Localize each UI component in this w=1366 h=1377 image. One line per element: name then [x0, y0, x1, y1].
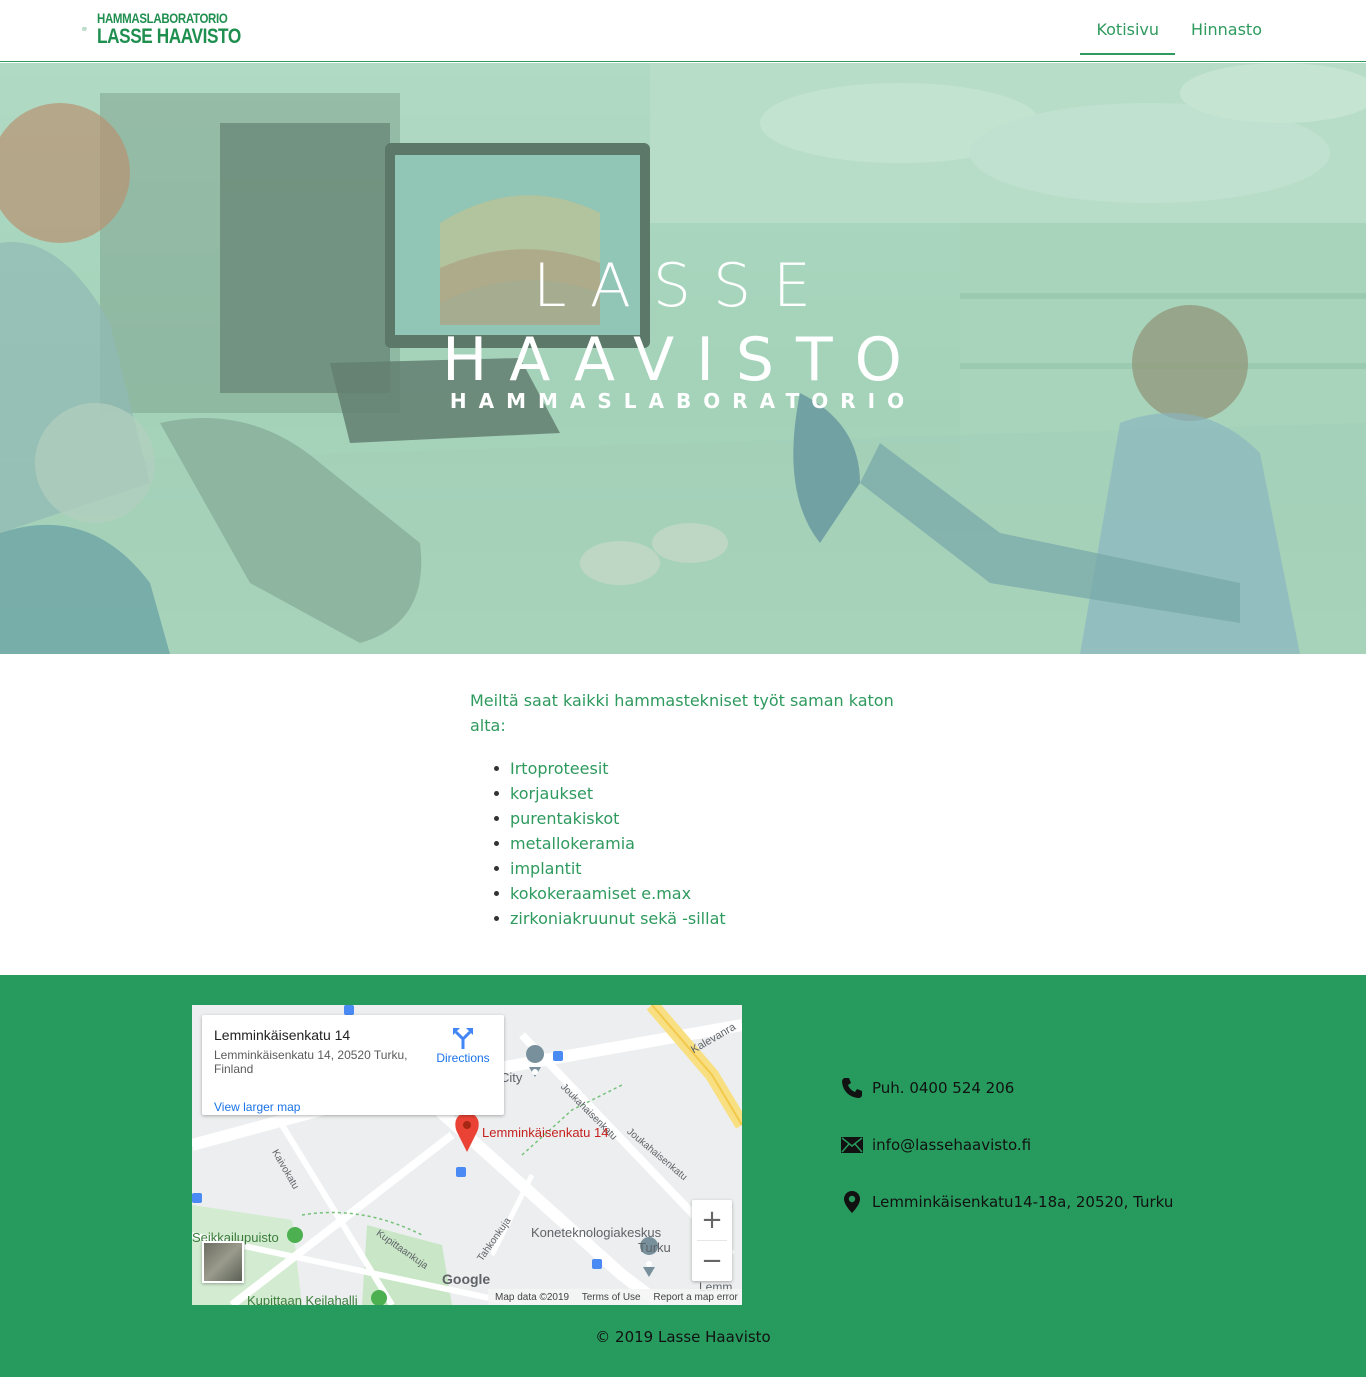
hero-title-line2: HAAVISTO	[442, 325, 924, 395]
map-label-kupittaan-keilahalli: Kupittaan Keilahalli	[247, 1293, 358, 1305]
services-intro: Meiltä saat kaikki hammastekniset työt s…	[470, 691, 894, 735]
contact-email: info@lassehaavisto.fi	[840, 1132, 1173, 1158]
map-attribution: Map data ©2019 Terms of Use Report a map…	[488, 1289, 742, 1305]
location-pin-icon	[844, 1191, 860, 1213]
satellite-toggle-button[interactable]	[202, 1241, 244, 1283]
map-place-card: Lemminkäisenkatu 14 Lemminkäisenkatu 14,…	[202, 1015, 504, 1115]
services-list: Irtoproteesit korjaukset purentakiskot m…	[494, 756, 910, 931]
directions-button[interactable]: Directions	[428, 1027, 498, 1065]
copyright-text: © 2019 Lasse Haavisto	[595, 1328, 771, 1346]
list-item: korjaukset	[494, 781, 910, 806]
map-label-turku: Turku	[638, 1240, 671, 1255]
tooth-logo-icon	[82, 27, 87, 31]
google-map[interactable]: City Joukahaisenkatu Joukahaisenkatu Kal…	[192, 1005, 742, 1305]
site-footer: City Joukahaisenkatu Joukahaisenkatu Kal…	[0, 975, 1366, 1377]
site-logo[interactable]: HAMMASLABORATORIO LASSE HAAVISTO	[82, 5, 272, 53]
map-place-title: Lemminkäisenkatu 14	[214, 1027, 351, 1043]
google-logo-text: Google	[442, 1271, 491, 1287]
map-label-koneteknologiakeskus: Koneteknologiakeskus	[531, 1225, 662, 1240]
nav-item-kotisivu[interactable]: Kotisivu	[1080, 12, 1176, 55]
directions-icon	[453, 1028, 473, 1049]
list-item: implantit	[494, 856, 910, 881]
email-link[interactable]: info@lassehaavisto.fi	[872, 1136, 1031, 1154]
list-item: kokokeraamiset e.max	[494, 881, 910, 906]
list-item: purentakiskot	[494, 806, 910, 831]
zoom-out-button[interactable]: −	[692, 1241, 732, 1281]
contact-address: Lemminkäisenkatu14-18a, 20520, Turku	[840, 1189, 1173, 1215]
nav-item-hinnasto[interactable]: Hinnasto	[1175, 12, 1278, 55]
report-map-error-link[interactable]: Report a map error	[653, 1292, 737, 1303]
contact-phone: Puh. 0400 524 206	[840, 1075, 1173, 1101]
zoom-in-button[interactable]: +	[692, 1200, 732, 1240]
google-logo: Google	[442, 1271, 490, 1287]
envelope-icon	[841, 1137, 863, 1153]
logo-line1: HAMMASLABORATORIO	[96, 10, 228, 26]
map-data-credit: Map data ©2019	[495, 1292, 570, 1303]
list-item: Irtoproteesit	[494, 756, 910, 781]
map-place-address: Lemminkäisenkatu 14, 20520 Turku, Finlan…	[214, 1048, 408, 1076]
address-text: Lemminkäisenkatu14-18a, 20520, Turku	[872, 1193, 1174, 1211]
list-item: zirkoniakruunut sekä -sillat	[494, 906, 910, 931]
directions-label: Directions	[436, 1051, 490, 1065]
logo-line2: LASSE HAAVISTO	[96, 25, 241, 48]
site-header: HAMMASLABORATORIO LASSE HAAVISTO Kotisiv…	[0, 0, 1366, 62]
phone-icon	[842, 1078, 862, 1098]
phone-text: Puh. 0400 524 206	[872, 1079, 1015, 1097]
hero-banner: LASSE HAAVISTO HAMMASLABORATORIO	[0, 63, 1366, 654]
hero-title-line1: LASSE	[533, 251, 833, 321]
hero-subtitle: HAMMASLABORATORIO	[449, 389, 917, 413]
map-pin-label: Lemminkäisenkatu 14	[482, 1125, 609, 1140]
view-larger-map-link[interactable]: View larger map	[214, 1100, 300, 1114]
list-item: metallokeramia	[494, 831, 910, 856]
terms-of-use-link[interactable]: Terms of Use	[582, 1292, 641, 1303]
contact-info: Puh. 0400 524 206 info@lassehaavisto.fi …	[840, 1075, 1173, 1246]
map-zoom-control: + −	[692, 1200, 732, 1281]
services-section: Meiltä saat kaikki hammastekniset työt s…	[470, 688, 910, 931]
main-nav: Kotisivu Hinnasto	[1080, 12, 1278, 55]
